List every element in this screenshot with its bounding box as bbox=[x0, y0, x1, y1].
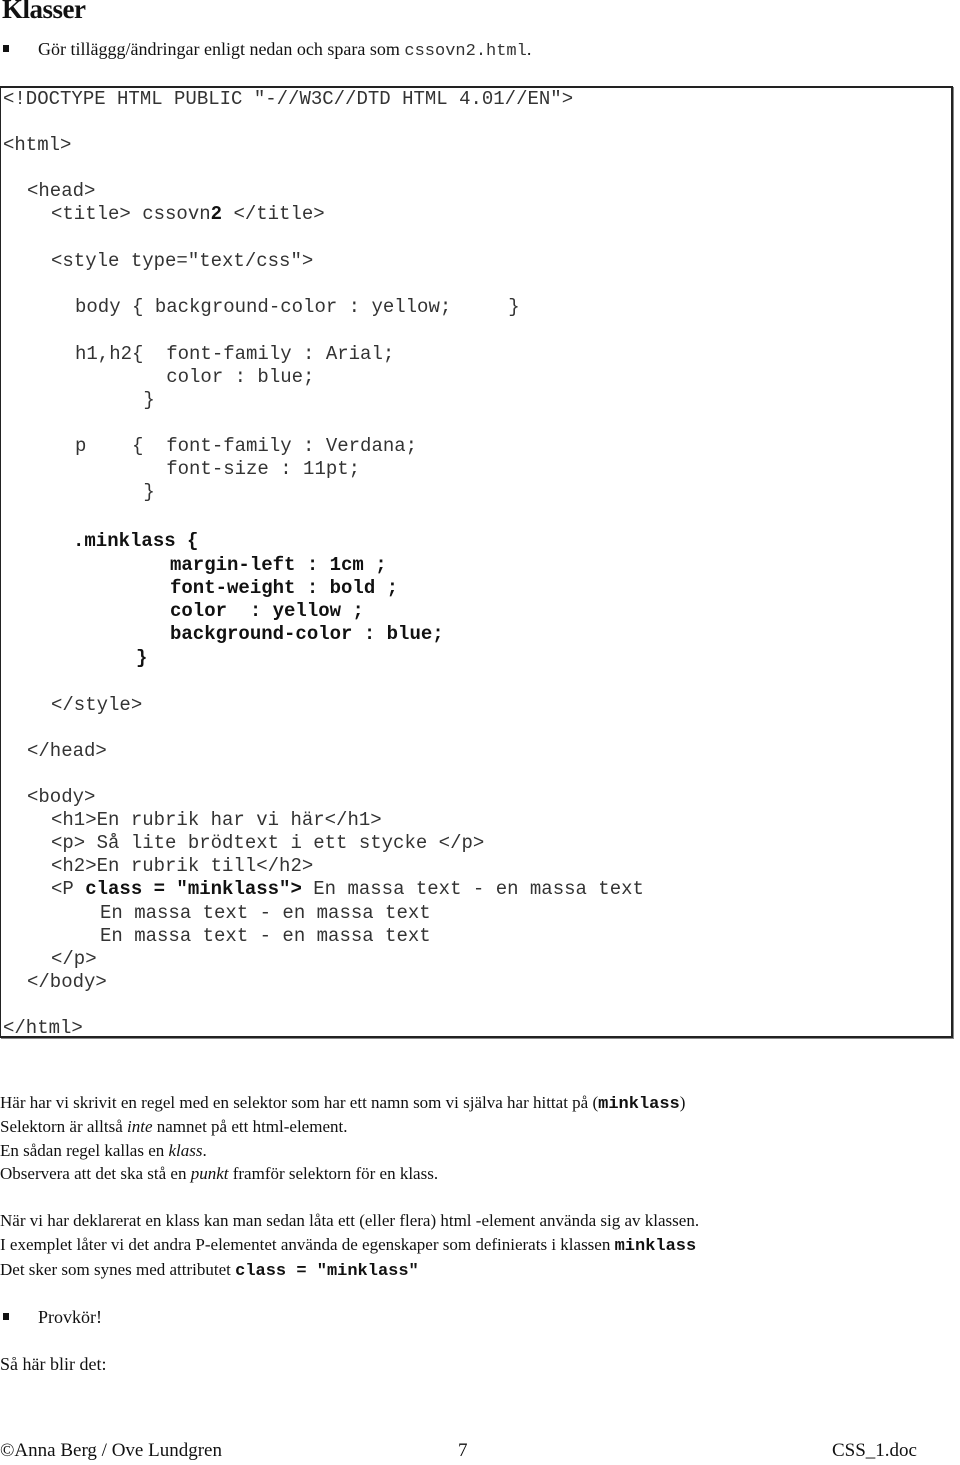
explanation-line-6: I exemplet låter vi det andra P-elemente… bbox=[0, 1235, 697, 1256]
code-html-open: <html> bbox=[3, 134, 72, 156]
code-class-rule-5: background-color : blue; bbox=[170, 623, 444, 645]
footer-copyright: ©Anna Berg / Ove Lundgren bbox=[0, 1440, 222, 1461]
code-html-close: </html> bbox=[3, 1017, 83, 1039]
code-body-rule: body { background-color : yellow; } bbox=[75, 296, 520, 318]
footer-page-number: 7 bbox=[458, 1440, 468, 1461]
run-text: Provkör! bbox=[38, 1307, 102, 1327]
code-class-rule-6: } bbox=[136, 647, 148, 669]
code-h1-line: <h1>En rubrik har vi här</h1> bbox=[51, 809, 382, 831]
code-class-rule-3: font-weight : bold ; bbox=[170, 577, 399, 599]
result-label: Så här blir det: bbox=[0, 1354, 107, 1374]
explanation-line-7: Det sker som synes med attributet class … bbox=[0, 1260, 419, 1281]
explanation-line-5: När vi har deklarerat en klass kan man s… bbox=[0, 1211, 700, 1230]
code-p-rule-3: } bbox=[75, 481, 155, 503]
code-p-rule-2: font-size : 11pt; bbox=[75, 458, 361, 480]
code-class-rule-1: .minklass { bbox=[73, 530, 199, 552]
filename: cssovn2.html bbox=[404, 42, 527, 61]
code-h-rule-2: color : blue; bbox=[75, 366, 315, 388]
explanation-line-3: En sådan regel kallas en klass. bbox=[0, 1141, 207, 1160]
code-p-line: <p> Så lite brödtext i ett stycke </p> bbox=[51, 832, 485, 854]
code-h-rule-1: h1,h2{ font-family : Arial; bbox=[75, 343, 395, 365]
code-head-close: </head> bbox=[27, 740, 107, 762]
code-title: <title> cssovn2 </title> bbox=[51, 203, 325, 225]
explanation-line-2: Selektorn är alltså inte namnet på ett h… bbox=[0, 1117, 348, 1136]
code-p-close: </p> bbox=[51, 948, 97, 970]
code-p-rule-1: p { font-family : Verdana; bbox=[75, 435, 418, 457]
instruction-text: Gör tilläggg/ändringar enligt nedan och … bbox=[38, 39, 532, 61]
code-body-close: </body> bbox=[27, 971, 107, 993]
page-heading: Klasser bbox=[2, 0, 86, 24]
explanation-line-1: Här har vi skrivit en regel med en selek… bbox=[0, 1093, 686, 1114]
code-doctype: <!DOCTYPE HTML PUBLIC "-//W3C//DTD HTML … bbox=[3, 88, 574, 110]
code-class-rule-2: margin-left : 1cm ; bbox=[170, 554, 387, 576]
code-h-rule-3: } bbox=[75, 389, 155, 411]
code-pclass-line: <P class = "minklass"> En massa text - e… bbox=[51, 878, 644, 900]
code-body-open: <body> bbox=[27, 786, 96, 808]
code-head-open: <head> bbox=[27, 180, 96, 202]
square-bullet-icon bbox=[3, 1313, 9, 1320]
code-text-line-2: En massa text - en massa text bbox=[100, 902, 431, 924]
square-bullet-icon bbox=[3, 45, 9, 52]
code-class-rule-4: color : yellow ; bbox=[170, 600, 364, 622]
explanation-line-4: Observera att det ska stå en punkt framf… bbox=[0, 1164, 439, 1183]
code-style-close: </style> bbox=[51, 694, 143, 716]
code-style-open: <style type="text/css"> bbox=[51, 250, 314, 272]
footer-filename: CSS_1.doc bbox=[832, 1440, 917, 1461]
code-text-line-3: En massa text - en massa text bbox=[100, 925, 431, 947]
code-h2-line: <h2>En rubrik till</h2> bbox=[51, 855, 314, 877]
